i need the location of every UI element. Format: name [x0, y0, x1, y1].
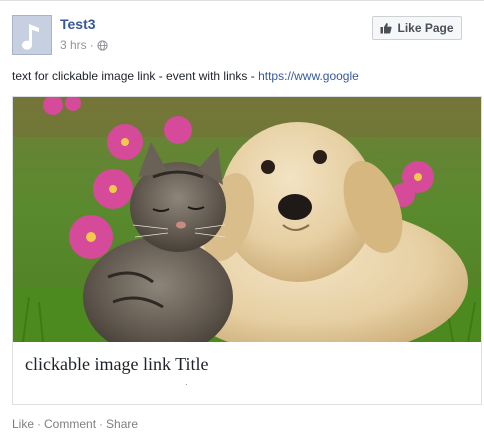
thumbs-up-icon — [380, 23, 393, 34]
post-text: text for clickable image link - event wi… — [12, 69, 359, 83]
post-meta: 3 hrs · — [60, 38, 108, 52]
kitten-and-puppy-photo — [13, 97, 481, 342]
like-action-link[interactable]: Like — [12, 417, 34, 431]
like-page-label: Like Page — [397, 21, 454, 35]
link-preview-card[interactable]: clickable image link Title . — [12, 96, 482, 405]
comment-action-link[interactable]: Comment — [44, 417, 96, 431]
share-action-link[interactable]: Share — [106, 417, 138, 431]
post-card: Test3 3 hrs · Like Page text for clickab… — [0, 0, 484, 433]
post-actions: Like · Comment · Share — [12, 417, 138, 431]
link-preview-image[interactable] — [13, 97, 481, 342]
page-avatar[interactable] — [12, 15, 52, 55]
globe-icon[interactable] — [97, 39, 108, 51]
meta-separator: · — [89, 38, 94, 52]
music-note-icon — [13, 16, 51, 54]
post-text-link[interactable]: https://www.google — [258, 69, 359, 83]
link-preview-title[interactable]: clickable image link Title — [25, 354, 208, 375]
action-separator: · — [99, 417, 104, 431]
page-name-link[interactable]: Test3 — [60, 16, 96, 32]
timestamp-link[interactable]: 3 hrs — [60, 38, 87, 52]
like-page-button[interactable]: Like Page — [372, 16, 462, 40]
action-separator: · — [37, 417, 42, 431]
post-text-body: text for clickable image link - event wi… — [12, 69, 259, 83]
link-preview-caption: . — [185, 377, 188, 388]
